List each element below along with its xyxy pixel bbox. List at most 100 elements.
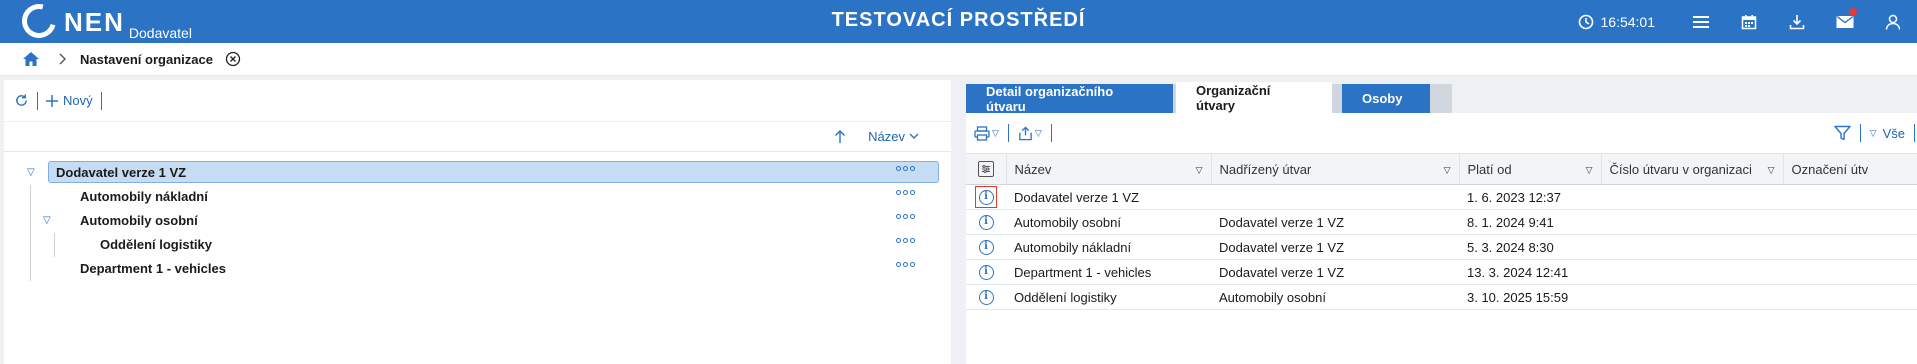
calendar-button[interactable]: [1725, 0, 1773, 43]
expand-toggle-icon[interactable]: ▽: [27, 167, 35, 178]
tab-persons[interactable]: Osoby: [1342, 84, 1430, 113]
table-row[interactable]: i Department 1 - vehicles Dodavatel verze …: [966, 259, 1917, 285]
more-options-icon[interactable]: [896, 190, 915, 195]
column-header-valid-from[interactable]: Platí od ▽: [1459, 153, 1602, 185]
cell-unit-no: [1601, 184, 1783, 210]
grid-toolbar: ▽ ▽ ▽ Vše: [966, 113, 1917, 153]
home-icon: [23, 52, 39, 66]
cell-designation: [1783, 259, 1917, 285]
sort-field-dropdown[interactable]: Název: [868, 129, 919, 144]
filter-button[interactable]: [1833, 125, 1851, 141]
menu-button[interactable]: [1677, 0, 1725, 43]
menu-icon: [1693, 15, 1709, 28]
caret-down-icon[interactable]: ▽: [1870, 128, 1877, 139]
export-button[interactable]: ▽: [1018, 125, 1042, 141]
column-header-designation[interactable]: Označení útv: [1783, 153, 1917, 185]
table-body: i Dodavatel verze 1 VZ 1. 6. 2023 12:37 i Au…: [966, 184, 1917, 310]
row-detail-button[interactable]: i: [975, 211, 997, 233]
tab-label: Osoby: [1362, 91, 1403, 106]
cell-designation: [1783, 209, 1917, 235]
tab-label: Detail organizačního útvaru: [986, 83, 1114, 114]
tree-toolbar: Nový: [4, 80, 951, 122]
close-tab-button[interactable]: [225, 51, 241, 67]
sort-direction-button[interactable]: [834, 129, 846, 144]
tab-org-units[interactable]: Organizační útvary: [1176, 82, 1332, 113]
more-options-icon[interactable]: [896, 238, 915, 243]
table-row[interactable]: i Oddělení logistiky Automobily osobní 3. 1…: [966, 284, 1917, 310]
column-filter-icon[interactable]: ▽: [1196, 165, 1203, 176]
row-detail-button[interactable]: i: [975, 186, 997, 208]
detail-panel: Detail organizačního útvaru Organizační …: [966, 80, 1917, 364]
row-detail-button[interactable]: i: [975, 261, 997, 283]
expand-toggle-icon[interactable]: ▽: [43, 215, 51, 226]
column-header-parent[interactable]: Nadřízený útvar ▽: [1211, 153, 1460, 185]
messages-button[interactable]: [1821, 0, 1869, 43]
info-icon: i: [978, 264, 994, 280]
more-options-icon[interactable]: [896, 166, 915, 171]
row-info-cell: i: [966, 259, 1006, 285]
more-options-icon[interactable]: [896, 214, 915, 219]
cell-unit-no: [1601, 284, 1783, 310]
home-button[interactable]: [22, 51, 40, 67]
row-detail-button[interactable]: i: [975, 286, 997, 308]
cell-designation: [1783, 284, 1917, 310]
org-tree-panel: Nový Název ▽ Dodavatel verze 1 VZ Automobi…: [4, 80, 951, 364]
more-options-icon[interactable]: [896, 262, 915, 267]
column-filter-icon[interactable]: ▽: [1586, 165, 1593, 176]
table-row[interactable]: i Dodavatel verze 1 VZ 1. 6. 2023 12:37: [966, 184, 1917, 210]
export-icon: [1019, 125, 1032, 140]
arrow-up-icon: [835, 129, 846, 143]
row-info-cell: i: [966, 184, 1006, 210]
table-row[interactable]: i Automobily osobní Dodavatel verze 1 VZ 8.…: [966, 209, 1917, 235]
top-bar: NEN Dodavatel TESTOVACÍ PROSTŘEDÍ 16:54:…: [0, 0, 1917, 45]
cell-name: Department 1 - vehicles: [1006, 259, 1211, 285]
filter-tools: ▽ Vše: [1833, 124, 1915, 142]
column-header-label: Platí od: [1467, 161, 1512, 177]
table-row[interactable]: i Automobily nákladní Dodavatel verze 1 VZ…: [966, 234, 1917, 260]
column-filter-icon[interactable]: ▽: [1444, 165, 1451, 176]
close-circle-icon: [225, 51, 241, 67]
tree-node[interactable]: ▽ Dodavatel verze 1 VZ: [4, 160, 951, 184]
toolbar-divider: [1050, 124, 1052, 142]
tab-unit-detail[interactable]: Detail organizačního útvaru: [966, 83, 1173, 114]
column-header-label: Označení útv: [1791, 161, 1869, 177]
column-settings-button[interactable]: [966, 153, 1007, 185]
toolbar-divider: [1007, 124, 1009, 142]
cell-unit-no: [1601, 234, 1783, 260]
sort-field-label: Název: [868, 129, 905, 144]
info-icon: i: [978, 189, 994, 205]
print-button[interactable]: ▽: [974, 125, 999, 141]
refresh-icon: [16, 94, 27, 106]
logo-ring-icon: [15, 0, 63, 45]
download-button[interactable]: [1773, 0, 1821, 43]
breadcrumb: Nastavení organizace: [0, 43, 1917, 76]
tree-node[interactable]: ▽ Automobily osobní: [4, 208, 951, 232]
cell-name: Oddělení logistiky: [1006, 284, 1211, 310]
column-filter-icon[interactable]: ▽: [1768, 165, 1775, 176]
column-header-name[interactable]: Název ▽: [1006, 153, 1212, 185]
user-button[interactable]: [1869, 0, 1917, 43]
new-unit-button[interactable]: Nový: [46, 93, 93, 108]
tree-node[interactable]: Oddělení logistiky: [4, 232, 951, 256]
cell-parent: Automobily osobní: [1211, 284, 1459, 310]
cell-designation: [1783, 184, 1917, 210]
cell-parent: Dodavatel verze 1 VZ: [1211, 259, 1459, 285]
nen-logo[interactable]: NEN Dodavatel: [15, 0, 192, 45]
breadcrumb-current[interactable]: Nastavení organizace: [80, 52, 213, 67]
caret-down-icon: ▽: [992, 127, 999, 138]
org-tree: ▽ Dodavatel verze 1 VZ Automobily nákladní…: [4, 152, 951, 281]
toolbar-divider: [1859, 124, 1861, 142]
tree-node[interactable]: Automobily nákladní: [4, 184, 951, 208]
cell-name: Dodavatel verze 1 VZ: [1006, 184, 1211, 210]
cell-valid-from: 5. 3. 2024 8:30: [1459, 234, 1601, 260]
column-header-unit-number[interactable]: Číslo útvaru v organizaci ▽: [1601, 153, 1784, 185]
detail-tabs: Detail organizačního útvaru Organizační …: [966, 80, 1917, 114]
filter-scope-label[interactable]: Vše: [1883, 126, 1905, 141]
table-header-row: Název ▽ Nadřízený útvar ▽ Platí od ▽ Číslo …: [966, 153, 1917, 185]
notification-dot: [1849, 8, 1857, 16]
calendar-icon: [1741, 14, 1757, 29]
info-icon: i: [978, 289, 994, 305]
tree-node[interactable]: Department 1 - vehicles: [4, 256, 951, 280]
refresh-button[interactable]: [14, 93, 29, 108]
row-detail-button[interactable]: i: [975, 236, 997, 258]
